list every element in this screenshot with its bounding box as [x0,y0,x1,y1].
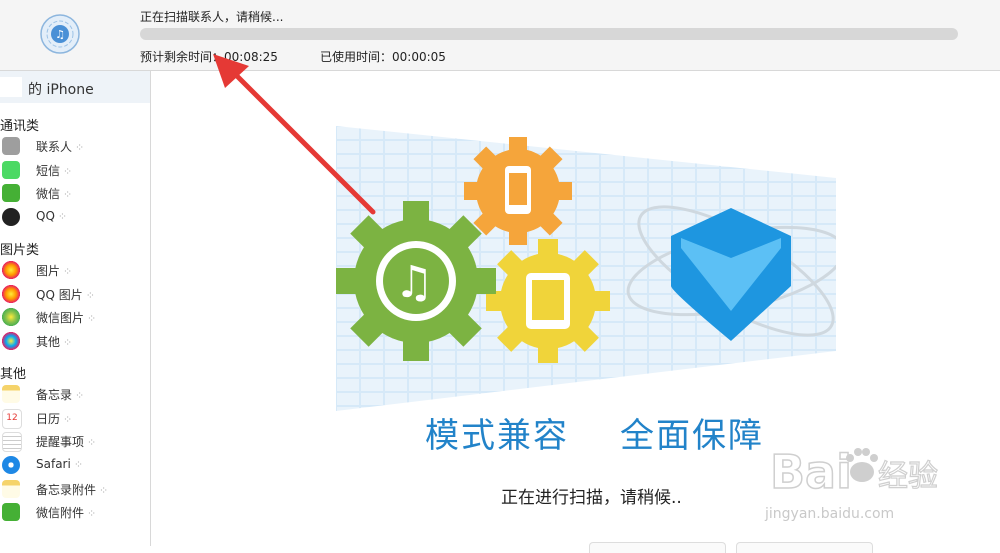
itunes-logo-icon: ♫ [40,14,80,54]
annotation-arrow-icon [213,54,376,215]
wechat-icon [2,184,20,202]
safari-icon [2,456,20,474]
sidebar-item-label: 微信 ⁘ [36,187,73,201]
sidebar-item-label: 备忘录附件 ⁘ [36,483,109,497]
scan-status-text: 正在扫描联系人，请稍候... [140,10,284,24]
wechat-photos-icon [2,308,20,326]
sidebar-item-qq[interactable]: QQ ⁘ [0,206,150,228]
sidebar-item-other-photos[interactable]: 其他 ⁘ [0,330,150,352]
category-sidebar: 的 iPhone 通讯类 联系人 ⁘ 短信 ⁘ 微信 ⁘ QQ ⁘ 图片类 图片 ⁘ QQ… [0,71,151,546]
sidebar-item-wechat[interactable]: 微信 ⁘ [0,182,150,204]
device-name: 的 iPhone [28,82,94,98]
compatibility-illustration: ♫ [336,126,836,411]
sidebar-item-wechat-photos[interactable]: 微信图片 ⁘ [0,306,150,328]
group-title-other: 其他 [0,367,27,382]
tablet-gear-icon [486,239,610,363]
time-used-value: 00:00:05 [392,50,446,64]
sidebar-item-label: 提醒事项 ⁘ [36,435,97,449]
sidebar-item-label: 备忘录 ⁘ [36,388,85,402]
sidebar-item-reminders[interactable]: 提醒事项 ⁘ [0,430,150,452]
action-button-left[interactable] [589,542,726,553]
device-item[interactable]: 的 iPhone [0,71,150,103]
notes-icon [2,385,20,403]
baidu-watermark-logo: Bai 经验 [770,444,939,500]
messages-icon [2,161,20,179]
device-name-mask [0,77,22,97]
sidebar-item-contacts[interactable]: 联系人 ⁘ [0,135,150,157]
sidebar-item-calendar[interactable]: 12 日历 ⁘ [0,407,150,429]
sidebar-item-label: QQ ⁘ [36,209,68,223]
sidebar-item-notes-attachments[interactable]: 备忘录附件 ⁘ [0,478,150,500]
sidebar-item-messages[interactable]: 短信 ⁘ [0,159,150,181]
sidebar-item-label: 短信 ⁘ [36,164,73,178]
sidebar-item-label: 联系人 ⁘ [36,140,85,154]
contacts-icon [2,137,20,155]
sidebar-item-label: 图片 ⁘ [36,264,73,278]
slogan-compatibility: 模式兼容 [425,416,569,456]
group-title-photos: 图片类 [0,243,40,258]
reminders-icon [2,432,22,452]
sidebar-item-label: 日历 ⁘ [36,412,73,426]
sidebar-item-label: 微信附件 ⁘ [36,506,97,520]
sidebar-item-wechat-attachments[interactable]: 微信附件 ⁘ [0,501,150,523]
sidebar-item-label: Safari ⁘ [36,457,84,471]
wechat-attachment-icon [2,503,20,521]
watermark-url: jingyan.baidu.com [765,506,895,522]
calendar-icon: 12 [2,409,22,429]
svg-text:经验: 经验 [878,459,938,494]
notes-attachment-icon [2,480,20,498]
scan-progress-bar [140,28,958,40]
sidebar-item-safari[interactable]: Safari ⁘ [0,454,150,476]
slogan-protection: 全面保障 [620,416,764,456]
svg-text:♫: ♫ [55,28,65,41]
svg-text:♫: ♫ [394,257,433,308]
action-button-right[interactable] [736,542,873,553]
sidebar-item-label: 其他 ⁘ [36,335,73,349]
sidebar-item-notes[interactable]: 备忘录 ⁘ [0,383,150,405]
qq-photos-icon [2,285,20,303]
svg-text:Bai: Bai [770,445,852,499]
phone-gear-icon [464,137,572,245]
photos-icon [2,261,20,279]
sidebar-item-qq-photos[interactable]: QQ 图片 ⁘ [0,283,150,305]
music-gear-icon: ♫ [336,201,496,361]
qq-icon [2,208,20,226]
sidebar-item-label: QQ 图片 ⁘ [36,288,95,302]
group-title-communication: 通讯类 [0,119,40,134]
scan-message: 正在进行扫描，请稍候.. [501,488,682,508]
sidebar-item-photos[interactable]: 图片 ⁘ [0,259,150,281]
scan-header: ♫ 正在扫描联系人，请稍候... 预计剩余时间：00:08:25 已使用时间：0… [0,0,1000,71]
sidebar-item-label: 微信图片 ⁘ [36,311,97,325]
other-photos-icon [2,332,20,350]
